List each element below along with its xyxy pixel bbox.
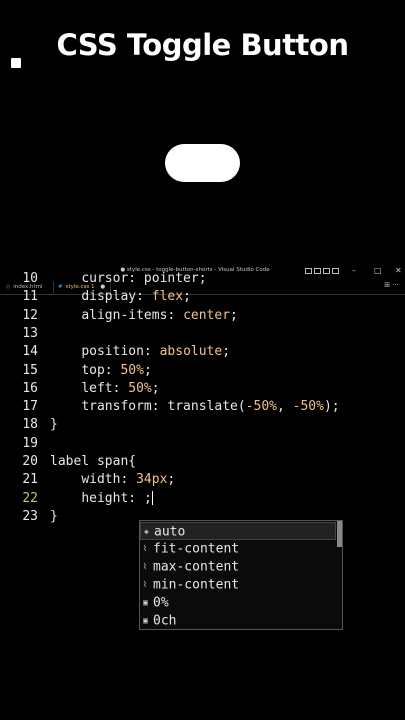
code-line[interactable]: 20 label span{	[0, 453, 405, 471]
line-number: 10	[22, 271, 38, 286]
unit-icon: ▣	[143, 616, 148, 625]
line-text: }	[50, 508, 58, 526]
code-line[interactable]: 11 display: flex;	[0, 288, 405, 306]
code-line[interactable]: 14 position: absolute;	[0, 343, 405, 361]
line-number: 17	[22, 399, 38, 415]
code-line[interactable]: 12 align-items: center;	[0, 307, 405, 325]
text-cursor	[151, 491, 153, 506]
code-token: width:	[81, 472, 137, 488]
code-line[interactable]: 18}	[0, 416, 405, 434]
line-number: 23	[22, 508, 38, 524]
code-line[interactable]: 19	[0, 435, 405, 453]
code-token: ;	[183, 289, 191, 305]
suggestion-item[interactable]: ◈ auto	[140, 522, 336, 540]
line-number: 12	[22, 307, 38, 323]
code-line[interactable]: 10 cursor: pointer;	[0, 270, 405, 288]
line-text: width: 34px;	[50, 471, 175, 489]
preview-checkbox[interactable]	[11, 58, 21, 68]
code-token: label span{	[50, 454, 137, 469]
line-text: cursor: pointer;	[50, 270, 207, 288]
line-number: 15	[22, 362, 38, 378]
code-token: flex	[151, 289, 184, 305]
line-text: align-items: center;	[50, 307, 238, 325]
unit-icon: ▣	[143, 598, 148, 607]
vscode-window: ● style.css - toggle-button-shorts - Vis…	[0, 264, 405, 720]
line-text: left: 50%;	[50, 380, 160, 398]
keyword-icon: ◈	[144, 527, 149, 536]
line-number: 22	[22, 490, 38, 506]
suggestion-label: max-content	[153, 559, 240, 575]
code-line[interactable]: 13	[0, 325, 405, 343]
code-token: );	[323, 399, 340, 415]
code-token: absolute	[159, 344, 223, 360]
code-line[interactable]: 16 left: 50%;	[0, 380, 405, 398]
suggestion-label: 0%	[153, 595, 169, 611]
line-number: 16	[22, 380, 38, 396]
code-token: ;	[167, 472, 176, 488]
code-token: 50%	[120, 362, 144, 378]
code-line[interactable]: 15 top: 50%;	[0, 362, 405, 380]
line-text: position: absolute;	[50, 343, 230, 361]
code-token: ;	[230, 307, 238, 323]
suggestion-item[interactable]: ⌇ min-content	[140, 576, 339, 594]
suggestion-label: auto	[154, 524, 186, 540]
suggestion-label: fit-content	[153, 541, 240, 557]
suggestion-item[interactable]: ▣ 0%	[140, 594, 339, 612]
code-token: -50%	[292, 399, 324, 415]
line-text: transform: translate(-50%, -50%);	[50, 398, 340, 416]
code-token: cursor: pointer;	[81, 271, 207, 286]
code-token: transform: translate(	[81, 399, 246, 415]
line-number: 11	[22, 289, 38, 305]
code-token: position:	[81, 344, 160, 360]
line-text: label span{	[50, 453, 136, 471]
line-text: display: flex;	[50, 288, 191, 306]
line-number: 19	[22, 435, 38, 451]
code-token: -50%	[245, 399, 277, 415]
code-line[interactable]: 21 width: 34px;	[0, 471, 405, 489]
code-token: top:	[81, 362, 121, 378]
code-token: align-items:	[81, 307, 184, 323]
suggestion-widget: ◈ auto ⌇ fit-content ⌇ max-content ⌇ min-conten…	[139, 520, 343, 630]
code-token: 50%	[128, 380, 152, 396]
code-token: ;	[143, 490, 152, 506]
code-token: ;	[143, 362, 152, 378]
line-number: 14	[22, 344, 38, 360]
code-token: }	[50, 508, 58, 524]
code-token: ,	[277, 399, 293, 415]
code-token: 34px	[136, 472, 168, 488]
code-token: left:	[81, 380, 129, 396]
code-line[interactable]: 22 height: ;	[0, 490, 405, 508]
line-text: }	[50, 416, 58, 434]
toggle-button-preview[interactable]	[165, 144, 240, 182]
code-token: ;	[222, 344, 231, 360]
code-token: display:	[81, 289, 152, 305]
suggestion-item[interactable]: ⌇ fit-content	[140, 540, 339, 558]
suggestion-label: 0ch	[153, 613, 177, 629]
keyword-icon: ⌇	[143, 562, 147, 571]
code-token: center	[183, 307, 231, 323]
line-number: 21	[22, 472, 38, 488]
suggestion-label: min-content	[153, 577, 240, 593]
code-line[interactable]: 17 transform: translate(-50%, -50%);	[0, 398, 405, 416]
code-token: ;	[151, 380, 160, 396]
line-text: height: ;	[50, 490, 153, 508]
video-heading: CSS Toggle Button	[56, 28, 349, 62]
line-number: 18	[22, 417, 38, 433]
line-number: 13	[22, 325, 38, 341]
line-text: top: 50%;	[50, 362, 152, 380]
keyword-icon: ⌇	[143, 580, 147, 589]
code-token: }	[50, 417, 58, 433]
code-token: height:	[81, 490, 144, 506]
line-number: 20	[22, 454, 38, 469]
suggestion-item[interactable]: ▣ 0ch	[140, 612, 339, 630]
suggestion-item[interactable]: ⌇ max-content	[140, 558, 339, 576]
keyword-icon: ⌇	[143, 544, 147, 553]
